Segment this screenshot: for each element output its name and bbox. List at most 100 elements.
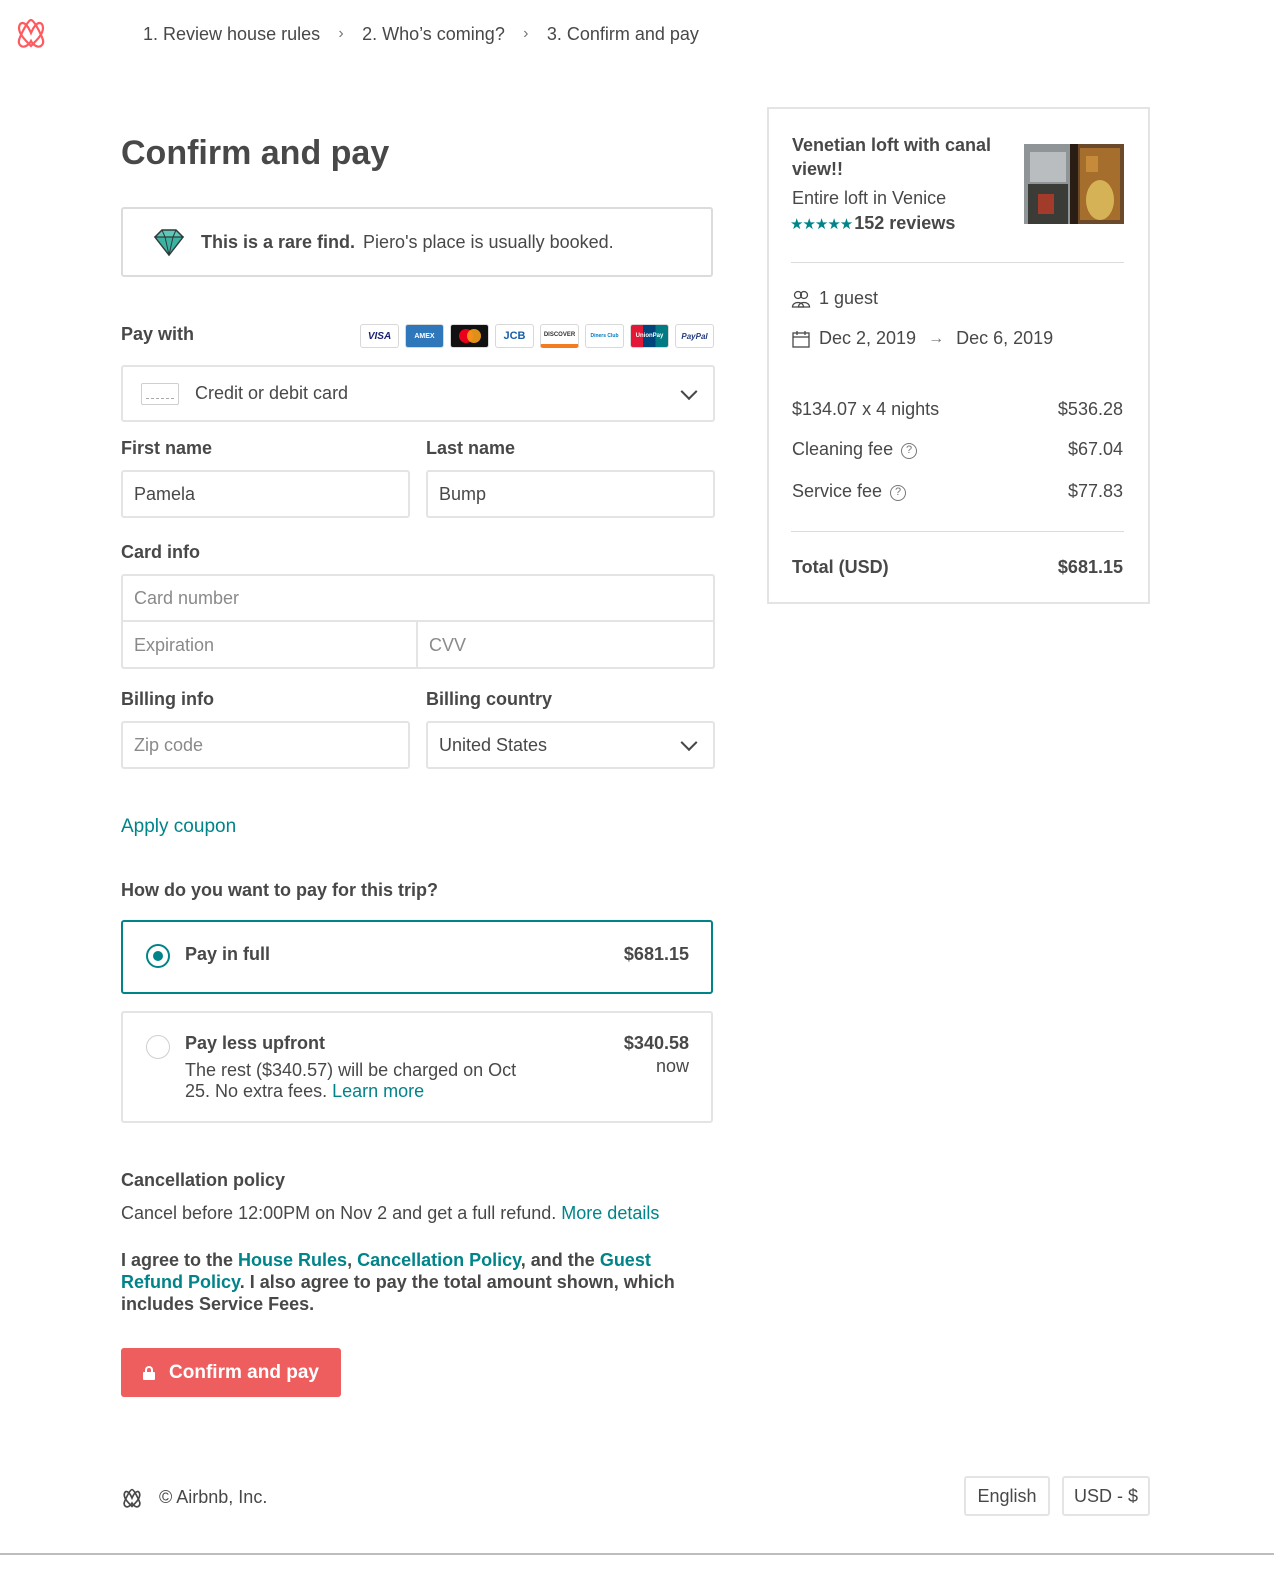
total-row: Total (USD) $681.15 bbox=[792, 557, 1123, 578]
cleaning-fee-row: Cleaning fee? $67.04 bbox=[792, 439, 1123, 460]
pay-in-full-price: $681.15 bbox=[623, 944, 689, 964]
cancellation-policy-text: Cancel before 12:00PM on Nov 2 and get a… bbox=[121, 1203, 659, 1224]
discover-icon: DISCOVER bbox=[540, 324, 579, 348]
learn-more-link[interactable]: Learn more bbox=[332, 1081, 424, 1101]
guests-icon bbox=[791, 290, 811, 308]
star-rating-icon: ★★★★★ bbox=[790, 215, 853, 233]
credit-card-icon bbox=[141, 382, 179, 405]
expiration-field[interactable]: Expiration bbox=[123, 622, 418, 669]
airbnb-logo-icon[interactable] bbox=[121, 1487, 143, 1509]
unionpay-icon: UnionPay bbox=[630, 324, 669, 348]
pay-with-label: Pay with bbox=[121, 324, 195, 344]
guests-row: 1 guest bbox=[791, 288, 878, 309]
arrow-right-icon: → bbox=[928, 329, 945, 347]
confirm-and-pay-label: Confirm and pay bbox=[169, 1361, 319, 1383]
billing-country-select[interactable]: United States bbox=[426, 721, 715, 769]
diners-club-icon: Diners Club bbox=[585, 324, 624, 348]
total-label: Total (USD) bbox=[792, 557, 889, 577]
copyright: © Airbnb, Inc. bbox=[159, 1487, 268, 1507]
total-amount: $681.15 bbox=[1057, 557, 1123, 577]
diamond-icon bbox=[153, 229, 185, 257]
nightly-fee-label: $134.07 x 4 nights bbox=[792, 399, 940, 419]
last-name-field[interactable]: Bump bbox=[426, 470, 715, 518]
pay-less-upfront-option[interactable]: Pay less upfront $340.58 now The rest ($… bbox=[121, 1011, 713, 1123]
paypal-icon: PayPal bbox=[675, 324, 714, 348]
listing-rating: ★★★★★ 152 reviews bbox=[790, 213, 955, 234]
jcb-icon: JCB bbox=[495, 324, 534, 348]
mastercard-icon bbox=[450, 324, 489, 348]
apply-coupon-link[interactable]: Apply coupon bbox=[121, 816, 236, 838]
payment-question: How do you want to pay for this trip? bbox=[121, 880, 438, 900]
billing-info-label: Billing info bbox=[121, 689, 214, 709]
last-name-label: Last name bbox=[426, 438, 516, 458]
help-icon[interactable]: ? bbox=[890, 485, 907, 501]
first-name-label: First name bbox=[121, 438, 213, 458]
lock-icon bbox=[143, 1365, 156, 1380]
payment-method-value: Credit or debit card bbox=[195, 383, 349, 403]
payment-method-select[interactable]: Credit or debit card bbox=[121, 365, 715, 422]
pay-less-upfront-title: Pay less upfront bbox=[185, 1033, 326, 1053]
listing-photo[interactable] bbox=[1024, 144, 1124, 224]
step-whos-coming[interactable]: 2. Who’s coming? bbox=[362, 24, 505, 45]
service-fee-label: Service fee bbox=[792, 481, 883, 501]
first-name-field[interactable]: Pamela bbox=[121, 470, 410, 518]
pay-in-full-radio[interactable] bbox=[146, 944, 170, 968]
cleaning-fee-amount: $67.04 bbox=[1067, 439, 1123, 459]
chevron-down-icon bbox=[680, 382, 698, 400]
check-in-date: Dec 2, 2019 bbox=[819, 328, 917, 348]
chevron-right-icon: › bbox=[523, 25, 529, 42]
cancellation-text: Cancel before 12:00PM on Nov 2 and get a… bbox=[121, 1203, 557, 1223]
billing-country-label: Billing country bbox=[426, 689, 552, 709]
pay-in-full-option[interactable]: Pay in full $681.15 bbox=[121, 920, 713, 994]
card-number-field[interactable]: Card number bbox=[123, 576, 713, 622]
nightly-fee-row: $134.07 x 4 nights $536.28 bbox=[792, 399, 1123, 420]
total-divider bbox=[791, 531, 1124, 532]
card-brands: VISA AMEX JCB DISCOVER Diners Club Union… bbox=[360, 324, 714, 348]
pay-less-upfront-detail: The rest ($340.57) will be charged on Oc… bbox=[185, 1060, 545, 1102]
help-icon[interactable]: ? bbox=[901, 443, 918, 459]
card-info-label: Card info bbox=[121, 542, 200, 562]
confirm-and-pay-button[interactable]: Confirm and pay bbox=[121, 1348, 341, 1397]
billing-country-value: United States bbox=[439, 734, 548, 755]
booking-summary: Venetian loft with canal view!! Entire l… bbox=[767, 107, 1150, 604]
chevron-right-icon: › bbox=[338, 25, 344, 42]
language-button[interactable]: English bbox=[964, 1476, 1050, 1516]
airbnb-logo-icon[interactable] bbox=[14, 16, 48, 50]
currency-button[interactable]: USD - $ bbox=[1062, 1476, 1150, 1516]
card-info-group: Card number Expiration CVV bbox=[121, 574, 715, 669]
page-title: Confirm and pay bbox=[121, 134, 390, 172]
listing-title[interactable]: Venetian loft with canal view!! bbox=[792, 133, 1012, 181]
pay-in-full-title: Pay in full bbox=[185, 944, 271, 964]
check-out-date: Dec 6, 2019 bbox=[956, 328, 1054, 348]
agree-comma: , bbox=[347, 1250, 358, 1270]
guests-count: 1 guest bbox=[819, 288, 879, 308]
rare-find-banner: This is a rare find. Piero's place is us… bbox=[121, 207, 713, 277]
pay-less-upfront-now: now bbox=[655, 1056, 689, 1076]
agreement-text: I agree to the House Rules, Cancellation… bbox=[121, 1249, 711, 1315]
chevron-down-icon bbox=[680, 734, 698, 752]
listing-subtitle: Entire loft in Venice bbox=[792, 188, 947, 208]
step-confirm-and-pay: 3. Confirm and pay bbox=[546, 23, 699, 44]
bottom-divider bbox=[0, 1553, 1274, 1555]
cancellation-policy-link[interactable]: Cancellation Policy bbox=[357, 1250, 521, 1270]
breadcrumb: 1. Review house rules › 2. Who’s coming?… bbox=[143, 20, 699, 48]
house-rules-link[interactable]: House Rules bbox=[238, 1250, 347, 1270]
summary-divider bbox=[791, 262, 1124, 263]
amex-icon: AMEX bbox=[405, 324, 444, 348]
cleaning-fee-label: Cleaning fee bbox=[792, 439, 894, 459]
reviews-count: 152 reviews bbox=[854, 213, 956, 233]
agree-pre: I agree to the bbox=[121, 1250, 239, 1270]
pay-less-upfront-radio[interactable] bbox=[146, 1035, 170, 1059]
zip-code-field[interactable]: Zip code bbox=[121, 721, 410, 769]
cvv-field[interactable]: CVV bbox=[418, 622, 713, 669]
more-details-link[interactable]: More details bbox=[561, 1203, 659, 1223]
cancellation-policy-heading: Cancellation policy bbox=[121, 1170, 286, 1190]
agree-and: , and the bbox=[520, 1250, 600, 1270]
service-fee-amount: $77.83 bbox=[1067, 481, 1123, 501]
nightly-fee-amount: $536.28 bbox=[1057, 399, 1123, 419]
visa-icon: VISA bbox=[360, 324, 399, 348]
calendar-icon bbox=[792, 330, 810, 348]
pay-less-upfront-price: $340.58 bbox=[623, 1033, 689, 1053]
rare-find-title: This is a rare find. bbox=[201, 231, 356, 252]
step-review-house-rules[interactable]: 1. Review house rules bbox=[143, 24, 320, 45]
